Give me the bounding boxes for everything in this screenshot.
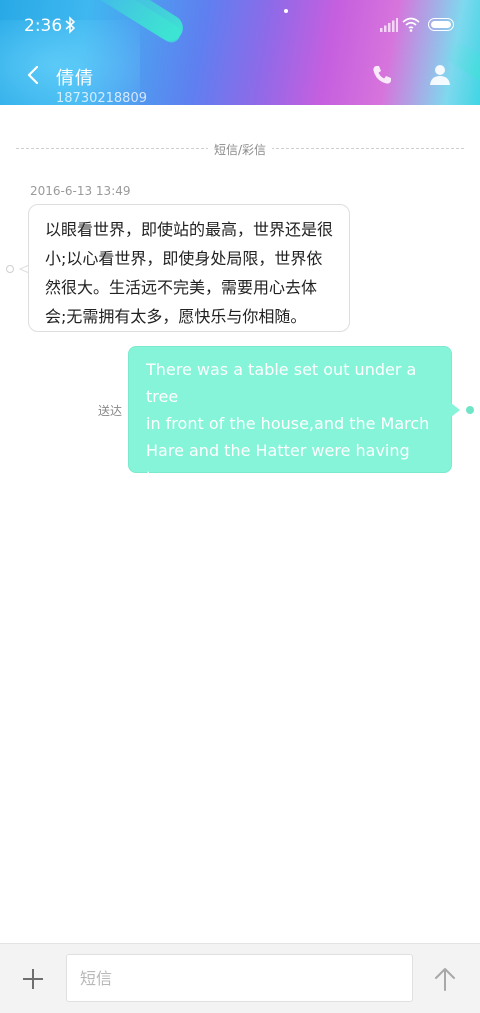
message-indicator-icon	[6, 265, 14, 273]
message-line: 以眼看世界，即使站的最高，世界还是很	[45, 220, 334, 239]
bluetooth-icon	[65, 16, 76, 34]
phone-icon[interactable]	[371, 64, 393, 86]
message-line: 然很大。生活远不完美，需要用心去体	[45, 278, 318, 297]
composer-bar	[0, 943, 480, 1013]
status-bar: 2:36	[0, 0, 480, 52]
incoming-message-bubble[interactable]: 以眼看世界，即使站的最高，世界还是很 小;以心看世界，即使身处局限，世界依 然很…	[28, 204, 350, 332]
message-line: There was a table set out under a tree	[146, 360, 417, 406]
signal-icon	[380, 18, 398, 32]
message-line: in front of the house,and the March	[146, 414, 430, 433]
back-arrow-icon[interactable]	[26, 64, 42, 86]
contact-name: 倩倩	[56, 68, 94, 89]
outgoing-message-bubble[interactable]: There was a table set out under a tree i…	[128, 346, 452, 514]
status-time: 2:36	[24, 16, 63, 36]
delivery-status: 送达	[98, 404, 123, 418]
message-line: 会;无需拥有太多，愿快乐与你相随。	[45, 307, 307, 326]
sent-indicator-icon	[466, 406, 474, 414]
contact-icon[interactable]	[427, 64, 451, 86]
bubble-tail-icon	[451, 403, 460, 417]
send-arrow-icon[interactable]	[434, 967, 456, 991]
incoming-message-text: 以眼看世界，即使站的最高，世界还是很 小;以心看世界，即使身处局限，世界依 然很…	[45, 215, 335, 331]
outgoing-message-text: There was a table set out under a tree i…	[146, 356, 439, 518]
conversation-header: 2:36 倩倩 18730218809	[0, 0, 480, 105]
add-icon[interactable]	[22, 968, 44, 990]
sms-input[interactable]	[66, 954, 413, 1002]
contact-number: 18730218809	[56, 91, 147, 105]
battery-icon	[428, 18, 454, 31]
message-timestamp: 2016-6-13 13:49	[30, 184, 131, 198]
status-dot-icon	[284, 9, 288, 13]
message-type-divider: 短信/彩信	[16, 141, 464, 158]
message-line: at it.	[146, 495, 183, 514]
wifi-icon	[402, 17, 420, 32]
message-line: 小;以心看世界，即使身处局限，世界依	[45, 249, 323, 268]
message-type-label: 短信/彩信	[208, 141, 273, 158]
message-line: Hare and the Hatter were having tea	[146, 441, 410, 487]
